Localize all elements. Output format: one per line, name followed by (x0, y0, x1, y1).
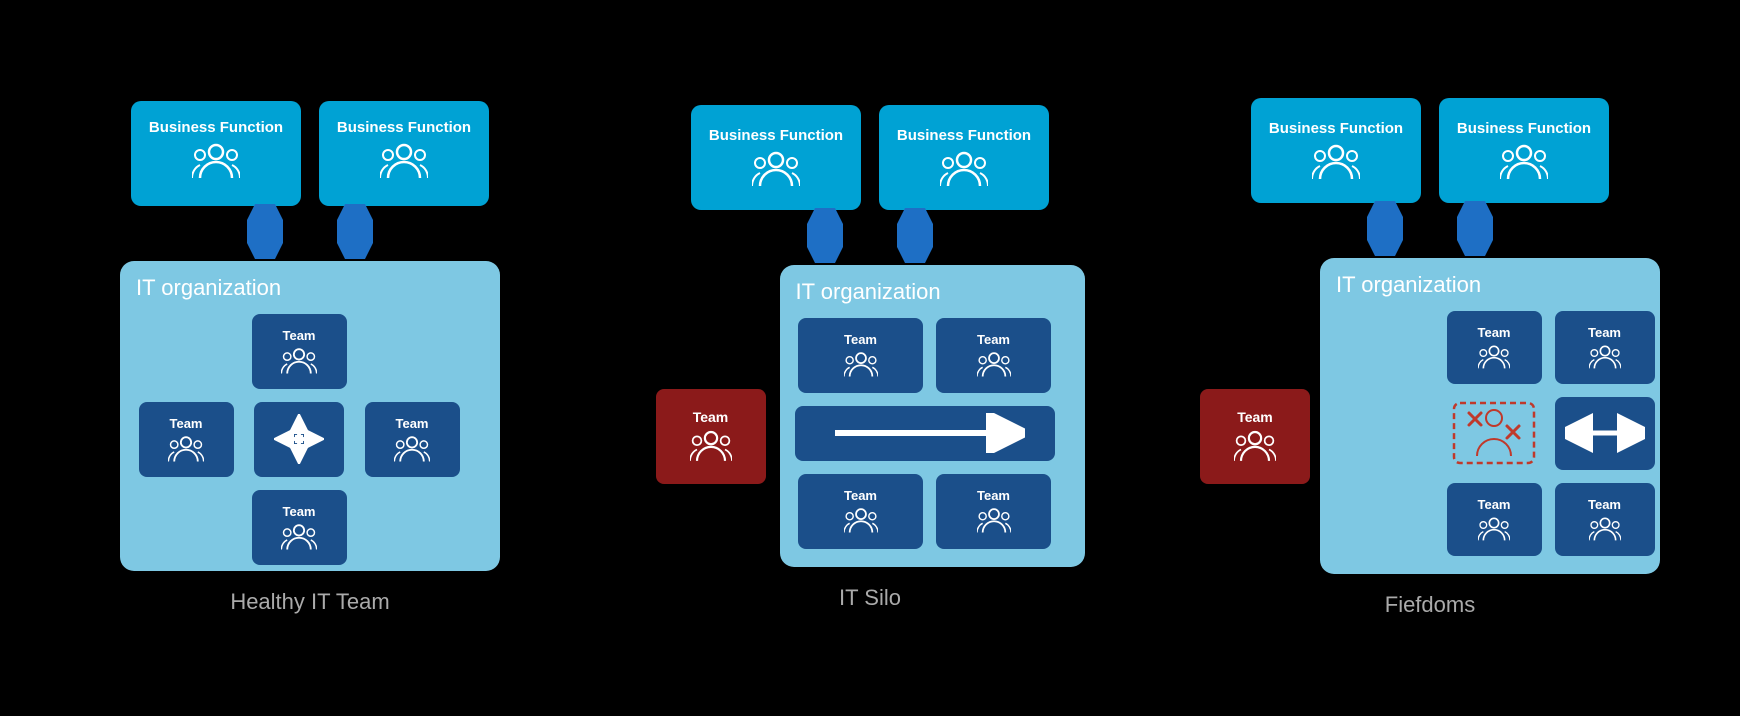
fiefdom-broken-center (1447, 397, 1542, 470)
silo-bf-box-1: Business Function (691, 105, 861, 210)
team-label-bottom: Team (283, 504, 316, 519)
fiefdom-external-team: Team (1200, 389, 1310, 484)
fiefdom-team-bot-right: Team (1555, 483, 1655, 556)
silo-bf-label-1: Business Function (709, 127, 843, 144)
silo-arrow-down-1 (807, 208, 843, 268)
fiefdom-it-org-label: IT organization (1336, 272, 1644, 298)
silo-arrows (807, 210, 933, 265)
silo-team-bot-left: Team (798, 474, 923, 549)
fiefdom-bf-label-2: Business Function (1457, 120, 1591, 137)
fiefdom-team-bot: Team (1447, 483, 1542, 556)
team-bottom: Team (252, 490, 347, 565)
team-right: Team (365, 402, 460, 477)
silo-arrow-down-2 (897, 208, 933, 268)
healthy-label: Healthy IT Team (230, 589, 389, 615)
team-label-left: Team (170, 416, 203, 431)
fiefdom-top-boxes: Business Function Business Function (1251, 98, 1609, 203)
fiefdom-right-arrow (1555, 397, 1655, 470)
healthy-it-org: IT organization Team Team (120, 261, 500, 571)
silo-teams-grid: Team Team (796, 315, 1054, 551)
team-left: Team (139, 402, 234, 477)
business-function-box-2: Business Function (319, 101, 489, 206)
silo-label: IT Silo (839, 585, 901, 611)
bf-label-1: Business Function (149, 119, 283, 136)
center-move-arrows (254, 402, 344, 477)
silo-team-top-left: Team (798, 318, 923, 393)
people-icon-1 (192, 142, 240, 188)
fiefdom-it-org: IT organization Team (1320, 258, 1660, 574)
silo-external-team: Team (656, 389, 766, 484)
silo-main-area: Team IT organization Team (656, 265, 1085, 567)
fiefdom-arrow-down-2 (1457, 201, 1493, 261)
silo-bf-label-2: Business Function (897, 127, 1031, 144)
silo-it-org-label: IT organization (796, 279, 1069, 305)
fiefdom-bf-box-2: Business Function (1439, 98, 1609, 203)
fiefdom-section: Business Function Business Function (1170, 98, 1690, 618)
silo-team-top-right: Team (936, 318, 1051, 393)
bf-label-2: Business Function (337, 119, 471, 136)
healthy-teams-grid: Team Team (136, 311, 484, 567)
fiefdom-main-area: Team IT organization Team (1200, 258, 1660, 574)
silo-ext-team-label: Team (693, 409, 729, 425)
team-label-top: Team (283, 328, 316, 343)
silo-right-arrow (795, 406, 1055, 461)
arrow-down-2 (337, 204, 373, 264)
fiefdom-bf-box-1: Business Function (1251, 98, 1421, 203)
healthy-arrows (247, 206, 373, 261)
fiefdom-bf-label-1: Business Function (1269, 120, 1403, 137)
healthy-section: Business Function Business Function (50, 101, 570, 615)
silo-top-boxes: Business Function Business Function (691, 105, 1049, 210)
fiefdom-arrows (1367, 203, 1493, 258)
people-icon-2 (380, 142, 428, 188)
fiefdom-ext-team-label: Team (1237, 409, 1273, 425)
fiefdom-label: Fiefdoms (1385, 592, 1475, 618)
healthy-it-org-label: IT organization (136, 275, 484, 301)
healthy-top-boxes: Business Function Business Function (131, 101, 489, 206)
team-top: Team (252, 314, 347, 389)
fiefdom-arrow-down-1 (1367, 201, 1403, 261)
silo-it-org: IT organization Team Team (780, 265, 1085, 567)
silo-bf-box-2: Business Function (879, 105, 1049, 210)
business-function-box-1: Business Function (131, 101, 301, 206)
arrow-down-1 (247, 204, 283, 264)
fiefdom-team-top-right: Team (1555, 311, 1655, 384)
silo-team-bot-right: Team (936, 474, 1051, 549)
fiefdom-teams-grid: Team Team (1336, 308, 1657, 558)
silo-section: Business Function Business Function (610, 105, 1130, 611)
team-label-right: Team (396, 416, 429, 431)
fiefdom-team-top: Team (1447, 311, 1542, 384)
